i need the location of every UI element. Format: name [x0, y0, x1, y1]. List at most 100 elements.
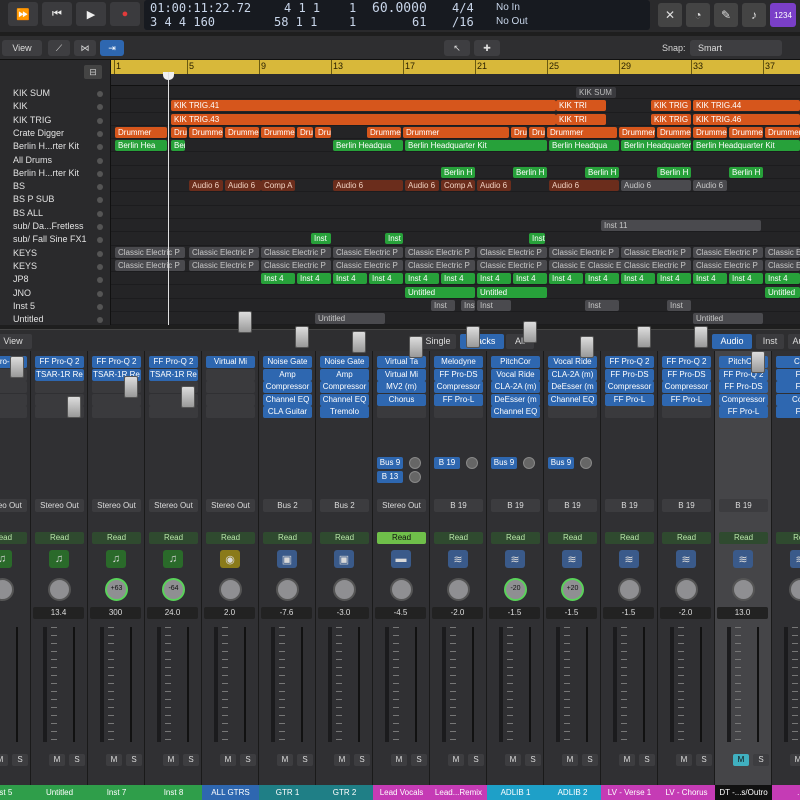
global-tracks-icon[interactable]: ⊟	[84, 65, 102, 79]
automation-mode[interactable]: Read	[605, 532, 654, 544]
mute-button[interactable]: M	[0, 754, 8, 766]
region[interactable]: Classic Electric P	[477, 259, 547, 271]
pan-knob[interactable]	[0, 578, 14, 601]
region[interactable]: Drummer	[189, 126, 223, 138]
mute-button[interactable]: M	[106, 754, 122, 766]
automation-mode[interactable]: Read	[320, 532, 369, 544]
automation-mode[interactable]: Read	[377, 532, 426, 544]
automation-mode[interactable]: Rea	[776, 532, 800, 544]
region[interactable]: Classic Electric P	[115, 259, 185, 271]
plugin-slot[interactable]: FF Pro-Q 2	[605, 356, 654, 368]
pointer-tool-icon[interactable]: ↖	[444, 40, 470, 56]
region[interactable]: KIK TRIG.44	[693, 100, 800, 112]
send-slot[interactable]: Bus 9	[548, 457, 574, 469]
pan-knob[interactable]	[732, 578, 755, 601]
channel-strip[interactable]: PitchCor Vocal Ride CLA-2A (m) DeEsser (m Ch…	[487, 321, 544, 800]
channel-name[interactable]: ADLIB 2	[544, 785, 601, 800]
plugin-slot[interactable]: Noise Gate	[320, 356, 369, 368]
pan-knob[interactable]	[789, 578, 800, 601]
plugin-slot[interactable]: FF Pro-L	[605, 393, 654, 406]
track-header[interactable]: KEYS	[0, 260, 111, 273]
record-enable-icon[interactable]	[97, 250, 103, 257]
volume-fader[interactable]	[10, 356, 24, 378]
channel-strip[interactable]: PitchCor FF Pro-Q 2 FF Pro-DS Compressor FF …	[715, 351, 772, 800]
region[interactable]: Berlin Headqua	[333, 140, 403, 152]
volume-fader[interactable]	[238, 311, 252, 333]
record-enable-icon[interactable]	[97, 170, 103, 177]
plugin-slot[interactable]: TSAR-1R Re	[35, 368, 84, 381]
region[interactable]: Inst 4	[369, 273, 403, 285]
plugin-slot[interactable]: FF Pro-Q 2	[35, 356, 84, 368]
region[interactable]: Untitled	[405, 286, 475, 298]
plugin-slot[interactable]: Compressor	[662, 381, 711, 393]
channel-name[interactable]: ALL GTRS	[202, 785, 259, 800]
region[interactable]: Classic Electric P	[693, 259, 763, 271]
track-header[interactable]: Inst 5	[0, 300, 111, 313]
region[interactable]: Berlin Headqua	[549, 140, 619, 152]
region[interactable]: Inst	[311, 233, 331, 245]
plugin-slot[interactable]: Channel EQ	[263, 393, 312, 406]
region[interactable]: Classic Electric P	[405, 259, 475, 271]
plugin-slot[interactable]: Compressor	[263, 381, 312, 393]
region[interactable]: Inst	[477, 299, 511, 311]
track-header[interactable]: Berlin H...rter Kit	[0, 167, 111, 180]
region[interactable]: KIK TRIG.43	[171, 113, 556, 125]
region[interactable]: Inst	[385, 233, 403, 245]
channel-name[interactable]: DT -...s/Outro	[715, 785, 772, 800]
record-enable-icon[interactable]	[97, 184, 103, 191]
record-enable-icon[interactable]	[97, 263, 103, 270]
go-to-start-button[interactable]: ⏮	[42, 2, 72, 26]
track-header[interactable]: BS ALL	[0, 207, 111, 220]
output-slot[interactable]: B 19	[719, 499, 768, 512]
flex-icon[interactable]: ⋈	[74, 40, 96, 56]
region[interactable]: Drummer	[693, 126, 727, 138]
mute-button[interactable]: M	[733, 754, 749, 766]
arrange-area[interactable]: KIK SUM KIK TRIG.41 KIK TRI KIK TRIG KIK TRI…	[111, 86, 800, 325]
empty-plugin-slot[interactable]	[206, 393, 255, 406]
empty-plugin-slot[interactable]	[434, 406, 483, 418]
send-slot[interactable]: B 19	[434, 457, 460, 469]
solo-button[interactable]: S	[354, 754, 370, 766]
region[interactable]: Classic Electric P	[765, 246, 800, 258]
region[interactable]: KIK TRI	[556, 100, 606, 112]
region[interactable]: Inst 4	[513, 273, 547, 285]
plugin-slot[interactable]: FF Pro-DS	[434, 368, 483, 381]
plugin-slot[interactable]: CLA-2A (m)	[548, 368, 597, 381]
empty-plugin-slot[interactable]	[206, 368, 255, 381]
automation-mode[interactable]: Read	[548, 532, 597, 544]
solo-button[interactable]: S	[12, 754, 28, 766]
plugin-slot[interactable]: Compressor	[320, 381, 369, 393]
region[interactable]: Classic Electric P	[261, 246, 331, 258]
track-header[interactable]: JP8	[0, 273, 111, 286]
empty-plugin-slot[interactable]	[206, 381, 255, 393]
pencil-icon[interactable]: ✎	[714, 3, 738, 27]
empty-plugin-slot[interactable]	[0, 381, 27, 393]
plugin-slot[interactable]: DeEsser (m	[491, 393, 540, 406]
plugin-slot[interactable]: Chorus	[377, 393, 426, 406]
plugin-slot[interactable]: FF	[776, 406, 800, 418]
plugin-slot[interactable]: CLA Guitar	[263, 406, 312, 418]
pan-knob[interactable]: -64	[162, 578, 185, 601]
region[interactable]: Classic Electric P	[115, 246, 185, 258]
region[interactable]: Inst 4	[477, 273, 511, 285]
record-enable-icon[interactable]	[97, 290, 103, 297]
region[interactable]: Untitled	[693, 313, 763, 325]
automation-mode[interactable]: Read	[662, 532, 711, 544]
region[interactable]: KIK SUM	[576, 87, 616, 98]
track-header[interactable]: KIK TRIG	[0, 114, 111, 127]
region[interactable]: Inst 4	[657, 273, 691, 285]
send-level-knob[interactable]	[466, 457, 478, 469]
region[interactable]: Berlin Headquarter Kit	[621, 140, 691, 152]
region[interactable]: Inst 4	[441, 273, 475, 285]
view-menu[interactable]: View	[2, 40, 42, 56]
plugin-slot[interactable]: FF Pro-Q 2	[92, 356, 141, 368]
solo-button[interactable]: S	[525, 754, 541, 766]
empty-plugin-slot[interactable]	[92, 406, 141, 418]
plugin-slot[interactable]: Tremolo	[320, 406, 369, 418]
region[interactable]: Classic Electric P	[189, 246, 259, 258]
channel-strip[interactable]: Virtual Ta Virtual Mi MV2 (m) Chorus Bus 9B …	[373, 336, 430, 800]
region[interactable]: Inst 4	[549, 273, 583, 285]
fast-forward-button[interactable]: ⏩	[8, 2, 38, 26]
output-slot[interactable]: Stereo Out	[35, 499, 84, 512]
channel-strip[interactable]: FF Pro-Q 2 FF Pro-DS Compressor FF Pro-L B 1…	[601, 326, 658, 800]
